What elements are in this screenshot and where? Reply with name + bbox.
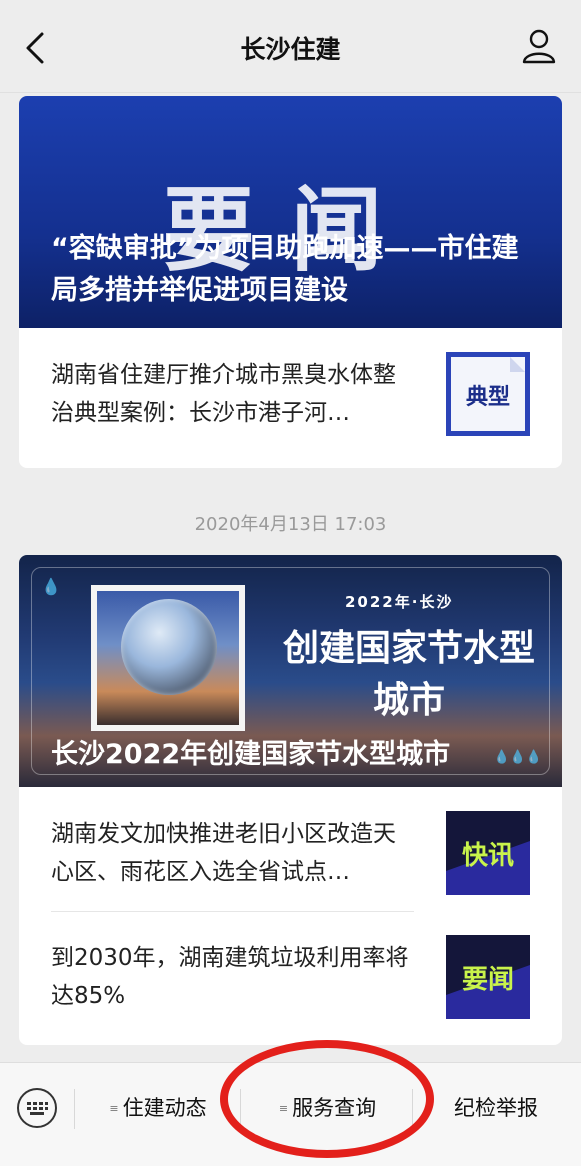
headline-title[interactable]: 长沙2022年创建国家节水型城市: [51, 732, 450, 771]
list-item[interactable]: 湖南发文加快推进老旧小区改造天心区、雨花区入选全省试点… 快讯: [19, 787, 562, 911]
top-nav-bar: 长沙住建: [0, 0, 581, 93]
water-drop-icon: 💧💧💧: [493, 750, 542, 765]
list-item-title[interactable]: 湖南发文加快推进老旧小区改造天心区、雨花区入选全省试点…: [51, 815, 411, 891]
article-card-1: 要闻 “容缺审批”为项目助跑加速——市住建局多措并举促进项目建设 湖南省住建厅推…: [19, 96, 562, 468]
page-title: 长沙住建: [240, 35, 341, 64]
menu-item-label: 服务查询: [292, 1096, 377, 1120]
list-item-title[interactable]: 湖南省住建厅推介城市黑臭水体整治典型案例：长沙市港子河…: [51, 356, 411, 432]
menu-lines-icon: ≡: [109, 1102, 119, 1115]
menu-item-service-query[interactable]: ≡ 服务查询: [245, 1063, 410, 1153]
menu-divider: [74, 1089, 75, 1129]
yaowen-thumbnail[interactable]: 要闻: [446, 935, 530, 1019]
timestamp: 2020年4月13日 17:03: [194, 514, 387, 535]
dianxing-thumbnail[interactable]: 典型: [446, 352, 530, 436]
bottom-menu-bar: ≡ 住建动态 ≡ 服务查询 纪检举报: [0, 1062, 581, 1166]
thumbnail-label: 快讯: [462, 841, 514, 871]
menu-divider: [412, 1089, 413, 1129]
menu-divider: [240, 1089, 241, 1129]
list-item[interactable]: 到2030年，湖南建筑垃圾利用率将达85% 要闻: [19, 911, 562, 1041]
menu-item-label: 纪检举报: [454, 1096, 538, 1120]
banner-year-text: 2022年·长沙: [345, 593, 454, 611]
menu-lines-icon: ≡: [278, 1102, 289, 1115]
menu-item-report[interactable]: 纪检举报: [416, 1063, 576, 1153]
list-item-title[interactable]: 到2030年，湖南建筑垃圾利用率将达85%: [51, 939, 411, 1015]
menu-item-news[interactable]: ≡ 住建动态: [78, 1063, 238, 1153]
headline-title[interactable]: “容缺审批”为项目助跑加速——市住建局多措并举促进项目建设: [51, 228, 532, 312]
menu-item-label: 住建动态: [122, 1096, 207, 1120]
banner-slogan: 创建国家节水型城市: [282, 628, 535, 721]
list-item[interactable]: 湖南省住建厅推介城市黑臭水体整治典型案例：长沙市港子河… 典型: [19, 328, 562, 462]
headline-banner[interactable]: 要闻 “容缺审批”为项目助跑加速——市住建局多措并举促进项目建设: [19, 96, 562, 328]
headline-banner[interactable]: 💧 💧💧💧 2022年·长沙 创建国家节水型城市 长沙2022年创建国家节水型城…: [19, 555, 562, 787]
crystal-ball-photo: [91, 585, 245, 731]
kuaixun-thumbnail[interactable]: 快讯: [446, 811, 530, 895]
water-drop-icon: 💧: [41, 577, 61, 596]
keyboard-icon[interactable]: [16, 1087, 58, 1129]
thumbnail-label: 典型: [466, 384, 510, 410]
thumbnail-label: 要闻: [462, 965, 514, 995]
article-card-2: 💧 💧💧💧 2022年·长沙 创建国家节水型城市 长沙2022年创建国家节水型城…: [19, 555, 562, 1045]
user-profile-icon[interactable]: [519, 26, 559, 66]
